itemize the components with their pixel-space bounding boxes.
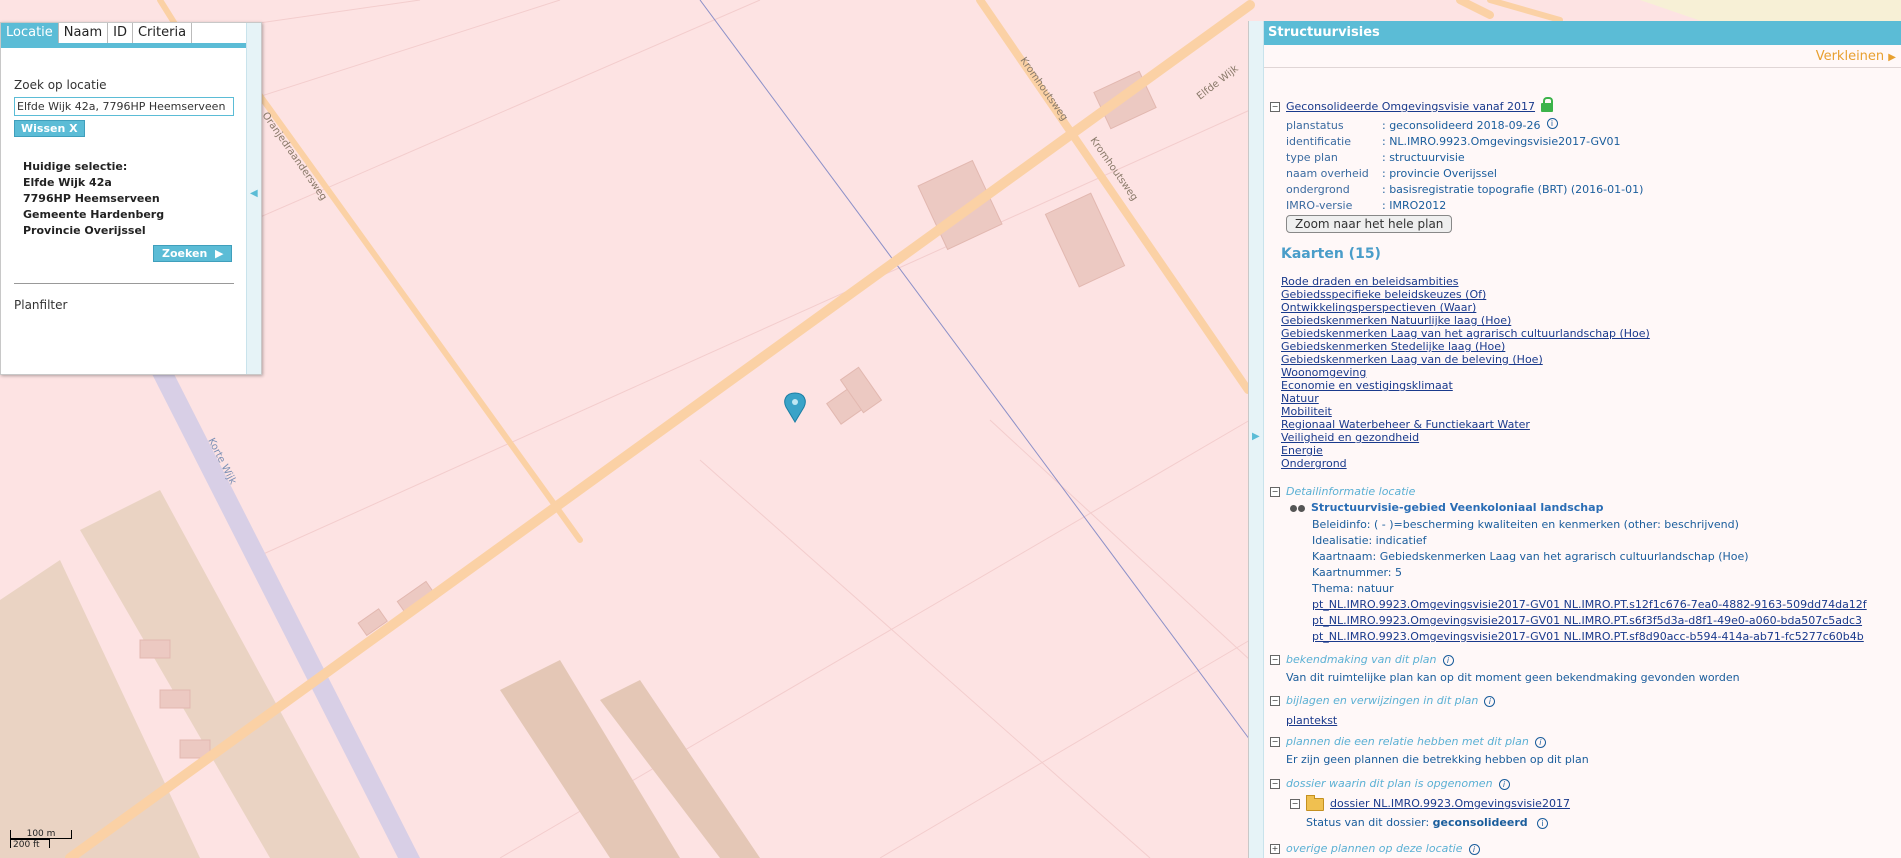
chevron-left-icon: ◀ bbox=[250, 188, 258, 199]
folder-icon bbox=[1306, 794, 1324, 811]
scale-imperial: 200 ft bbox=[10, 839, 50, 850]
info-icon[interactable]: i bbox=[1498, 778, 1510, 790]
kaart-link[interactable]: Natuur bbox=[1281, 392, 1319, 405]
tab-criteria[interactable]: Criteria bbox=[132, 23, 193, 43]
kaart-link[interactable]: Rode draden en beleidsambities bbox=[1281, 275, 1459, 288]
kaart-link[interactable]: Mobiliteit bbox=[1281, 405, 1332, 418]
search-tabs: Locatie Naam ID Criteria bbox=[1, 23, 261, 48]
dossier-row: − dossier NL.IMRO.9923.Omgevingsvisie2017 bbox=[1290, 794, 1570, 811]
detail-section-head: − Detailinformatie locatie bbox=[1270, 485, 1416, 498]
tab-id[interactable]: ID bbox=[108, 23, 133, 43]
bekendmaking-body: Van dit ruimtelijke plan kan op dit mome… bbox=[1286, 671, 1740, 684]
kaart-link[interactable]: Ontwikkelingsperspectieven (Waar) bbox=[1281, 301, 1476, 314]
tab-naam[interactable]: Naam bbox=[58, 23, 109, 43]
lock-icon bbox=[1541, 96, 1554, 112]
plan-object-link[interactable]: pt_NL.IMRO.9923.Omgevingsvisie2017-GV01 … bbox=[1312, 630, 1864, 643]
collapse-icon[interactable]: − bbox=[1270, 696, 1280, 706]
info-icon[interactable]: i bbox=[1537, 817, 1549, 829]
expand-icon[interactable]: + bbox=[1270, 844, 1280, 854]
info-icon[interactable]: i bbox=[1442, 654, 1454, 666]
overige-head: + overige plannen op deze locatie i bbox=[1270, 842, 1480, 855]
collapse-icon[interactable]: − bbox=[1270, 737, 1280, 747]
current-selection: Huidige selectie: Elfde Wijk 42a 7796HP … bbox=[23, 160, 165, 237]
search-label: Zoek op locatie bbox=[14, 78, 107, 92]
info-icon[interactable]: i bbox=[1484, 695, 1496, 707]
collapse-icon[interactable]: − bbox=[1270, 487, 1280, 497]
kaart-link[interactable]: Economie en vestigingsklimaat bbox=[1281, 379, 1453, 392]
detail-title: Structuurvisie-gebied Veenkoloniaal land… bbox=[1311, 501, 1604, 514]
dossier-link[interactable]: dossier NL.IMRO.9923.Omgevingsvisie2017 bbox=[1330, 797, 1570, 810]
scale-metric: 100 m bbox=[10, 830, 72, 839]
kaart-link[interactable]: Gebiedskenmerken Laag van het agrarisch … bbox=[1281, 327, 1650, 340]
play-arrow-icon: ▶ bbox=[211, 247, 224, 260]
kaarten-title: Kaarten (15) bbox=[1281, 246, 1381, 262]
kaart-link[interactable]: Veiligheid en gezondheid bbox=[1281, 431, 1419, 444]
info-panel: ▶ Structuurvisies Verkleinen ▶ − Geconsol… bbox=[1248, 21, 1901, 858]
plan-object-link[interactable]: pt_NL.IMRO.9923.Omgevingsvisie2017-GV01 … bbox=[1312, 614, 1862, 627]
plan-object-link[interactable]: pt_NL.IMRO.9923.Omgevingsvisie2017-GV01 … bbox=[1312, 598, 1867, 611]
relatie-body: Er zijn geen plannen die betrekking hebb… bbox=[1286, 753, 1589, 766]
plantekst-link[interactable]: plantekst bbox=[1286, 714, 1337, 727]
collapse-icon[interactable]: − bbox=[1290, 799, 1300, 809]
collapse-icon[interactable]: − bbox=[1270, 779, 1280, 789]
plan-title-row: − Geconsolideerde Omgevingsvisie vanaf 20… bbox=[1270, 96, 1554, 113]
kaart-link[interactable]: Gebiedsspecifieke beleidskeuzes (Of) bbox=[1281, 288, 1486, 301]
bekendmaking-head: − bekendmaking van dit plan i bbox=[1270, 653, 1454, 666]
bijlagen-head: − bijlagen en verwijzingen in dit plan i bbox=[1270, 694, 1496, 707]
dossier-head: − dossier waarin dit plan is opgenomen i bbox=[1270, 777, 1510, 790]
dossier-status: Status van dit dossier: geconsolideerd i bbox=[1306, 816, 1549, 829]
search-button[interactable]: Zoeken ▶ bbox=[153, 245, 233, 262]
kaart-link[interactable]: Gebiedskenmerken Natuurlijke laag (Hoe) bbox=[1281, 314, 1511, 327]
info-icon[interactable]: i bbox=[1534, 736, 1546, 748]
binoculars-icon bbox=[1290, 504, 1306, 513]
collapse-left-panel[interactable]: ◀ bbox=[246, 23, 261, 374]
tab-locatie[interactable]: Locatie bbox=[1, 23, 59, 43]
kaart-link[interactable]: Ondergrond bbox=[1281, 457, 1347, 470]
zoom-to-plan-button[interactable]: Zoom naar het hele plan bbox=[1286, 215, 1453, 233]
info-icon[interactable]: i bbox=[1468, 843, 1480, 855]
kaart-link[interactable]: Gebiedskenmerken Laag van de beleving (H… bbox=[1281, 353, 1543, 366]
scale-bar: 100 m 200 ft bbox=[10, 830, 72, 850]
chevron-right-icon: ▶ bbox=[1252, 431, 1260, 442]
detail-block: Structuurvisie-gebied Veenkoloniaal land… bbox=[1290, 501, 1867, 645]
kaart-link[interactable]: Woonomgeving bbox=[1281, 366, 1366, 379]
play-arrow-icon: ▶ bbox=[1888, 52, 1896, 63]
clear-button[interactable]: Wissen X bbox=[14, 120, 85, 137]
kaarten-list: Rode draden en beleidsambities Gebiedssp… bbox=[1281, 275, 1650, 470]
divider bbox=[14, 283, 234, 284]
collapse-icon[interactable]: − bbox=[1270, 102, 1280, 112]
panel-title: Structuurvisies bbox=[1264, 21, 1901, 45]
divider bbox=[1264, 67, 1901, 68]
search-panel: Locatie Naam ID Criteria Zoek op locatie… bbox=[0, 22, 262, 375]
collapse-icon[interactable]: − bbox=[1270, 655, 1280, 665]
plan-properties: planstatus: geconsolideerd 2018-09-26 i i… bbox=[1286, 118, 1644, 212]
kaart-link[interactable]: Gebiedskenmerken Stedelijke laag (Hoe) bbox=[1281, 340, 1505, 353]
planfilter-label[interactable]: Planfilter bbox=[14, 298, 67, 312]
verkleinen-link[interactable]: Verkleinen ▶ bbox=[1816, 49, 1896, 64]
collapse-right-panel[interactable]: ▶ bbox=[1249, 21, 1264, 858]
kaart-link[interactable]: Energie bbox=[1281, 444, 1323, 457]
relatie-head: − plannen die een relatie hebben met dit … bbox=[1270, 735, 1546, 748]
info-icon[interactable]: i bbox=[1546, 118, 1558, 129]
kaart-link[interactable]: Regionaal Waterbeheer & Functiekaart Wat… bbox=[1281, 418, 1530, 431]
plan-title-link[interactable]: Geconsolideerde Omgevingsvisie vanaf 201… bbox=[1286, 100, 1535, 113]
location-search-input[interactable] bbox=[14, 97, 234, 116]
